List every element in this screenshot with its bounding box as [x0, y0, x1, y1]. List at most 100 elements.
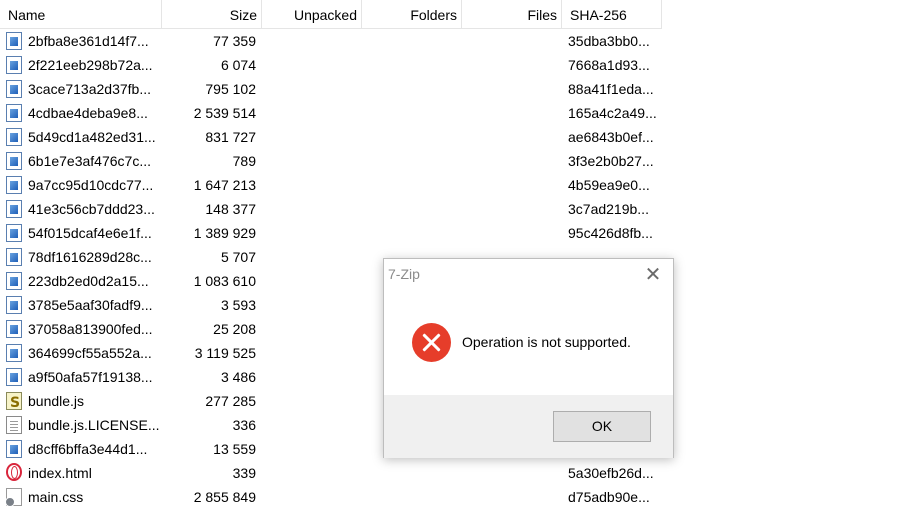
file-name-cell: 3cace713a2d37fb...: [6, 77, 162, 101]
file-row[interactable]: 9a7cc95d10cdc77... 1 647 213 4b59ea9e0...: [0, 173, 662, 197]
file-size: 148 377: [205, 201, 256, 217]
file-size: 3 119 525: [194, 345, 256, 361]
column-header-bar: Name Size Unpacked Folders Files SHA-256: [0, 0, 662, 29]
file-size: 339: [232, 465, 256, 481]
file-row[interactable]: main.css 2 855 849 d75adb90e...: [0, 485, 662, 509]
image-file-icon: [6, 80, 22, 98]
image-file-icon: [6, 440, 22, 458]
file-name: a9f50afa57f19138...: [28, 369, 153, 385]
file-size: 831 727: [205, 129, 256, 145]
file-name: d8cff6bffa3e44d1...: [28, 441, 148, 457]
file-row[interactable]: 4cdbae4deba9e8... 2 539 514 165a4c2a49...: [0, 101, 662, 125]
file-name: 2f221eeb298b72a...: [28, 57, 153, 73]
file-name: 223db2ed0d2a15...: [28, 273, 149, 289]
file-name: 364699cf55a552a...: [28, 345, 152, 361]
file-row[interactable]: 3cace713a2d37fb... 795 102 88a41f1eda...: [0, 77, 662, 101]
ok-button[interactable]: OK: [553, 411, 651, 442]
image-file-icon: [6, 152, 22, 170]
file-row[interactable]: 41e3c56cb7ddd23... 148 377 3c7ad219b...: [0, 197, 662, 221]
column-header-folders[interactable]: Folders: [362, 0, 462, 28]
image-file-icon: [6, 32, 22, 50]
file-row[interactable]: index.html 339 5a30efb26d...: [0, 461, 662, 485]
file-size: 6 074: [220, 57, 256, 73]
error-icon: [412, 323, 451, 362]
image-file-icon: [6, 344, 22, 362]
file-name: 37058a813900fed...: [28, 321, 153, 337]
file-name-cell: 9a7cc95d10cdc77...: [6, 173, 162, 197]
file-sha256: 35dba3bb0...: [568, 33, 650, 49]
image-file-icon: [6, 296, 22, 314]
file-name-cell: 2f221eeb298b72a...: [6, 53, 162, 77]
file-name: main.css: [28, 489, 84, 505]
file-row[interactable]: 2f221eeb298b72a... 6 074 7668a1d93...: [0, 53, 662, 77]
file-name: index.html: [28, 465, 92, 481]
file-name-cell: 54f015dcaf4e6e1f...: [6, 221, 162, 245]
file-sha256: 4b59ea9e0...: [568, 177, 650, 193]
image-file-icon: [6, 224, 22, 242]
file-sha256: 3f3e2b0b27...: [568, 153, 654, 169]
html-file-icon: [6, 463, 22, 481]
file-name-cell: d8cff6bffa3e44d1...: [6, 437, 162, 461]
file-size: 1 083 610: [193, 273, 256, 289]
column-header-files[interactable]: Files: [462, 0, 562, 28]
file-size: 795 102: [205, 81, 256, 97]
file-row[interactable]: 2bfba8e361d14f7... 77 359 35dba3bb0...: [0, 29, 662, 53]
file-name: 54f015dcaf4e6e1f...: [28, 225, 152, 241]
file-name: 41e3c56cb7ddd23...: [28, 201, 155, 217]
file-size: 5 707: [220, 249, 256, 265]
file-sha256: 5a30efb26d...: [568, 465, 654, 481]
file-sha256: 95c426d8fb...: [568, 225, 653, 241]
close-icon[interactable]: ✕: [642, 263, 664, 285]
file-size: 336: [232, 417, 256, 433]
file-name: bundle.js: [28, 393, 85, 409]
file-size: 13 559: [213, 441, 256, 457]
image-file-icon: [6, 56, 22, 74]
dialog-message: Operation is not supported.: [462, 334, 631, 350]
file-sha256: 165a4c2a49...: [568, 105, 657, 121]
file-size: 1 389 929: [193, 225, 256, 241]
file-name-cell: 364699cf55a552a...: [6, 341, 162, 365]
file-name-cell: 37058a813900fed...: [6, 317, 162, 341]
file-name-cell: a9f50afa57f19138...: [6, 365, 162, 389]
file-name-cell: 4cdbae4deba9e8...: [6, 101, 162, 125]
file-size: 1 647 213: [193, 177, 256, 193]
column-header-size[interactable]: Size: [162, 0, 262, 28]
file-name: 5d49cd1a482ed31...: [28, 129, 156, 145]
file-size: 2 539 514: [193, 105, 256, 121]
image-file-icon: [6, 128, 22, 146]
file-sha256: d75adb90e...: [568, 489, 650, 505]
column-header-sha256[interactable]: SHA-256: [562, 0, 662, 28]
file-sha256: 88a41f1eda...: [568, 81, 654, 97]
file-name: 78df1616289d28c...: [28, 249, 152, 265]
javascript-file-icon: [6, 391, 22, 413]
css-file-icon: [6, 488, 22, 507]
file-size: 2 855 849: [193, 489, 256, 505]
file-name-cell: main.css: [6, 485, 162, 509]
file-name: 2bfba8e361d14f7...: [28, 33, 149, 49]
file-size: 3 593: [220, 297, 256, 313]
file-name-cell: 41e3c56cb7ddd23...: [6, 197, 162, 221]
file-name: bundle.js.LICENSE...: [28, 417, 160, 433]
file-size: 277 285: [205, 393, 256, 409]
image-file-icon: [6, 176, 22, 194]
file-row[interactable]: 54f015dcaf4e6e1f... 1 389 929 95c426d8fb..…: [0, 221, 662, 245]
file-name-cell: 6b1e7e3af476c7c...: [6, 149, 162, 173]
file-name: 6b1e7e3af476c7c...: [28, 153, 151, 169]
image-file-icon: [6, 200, 22, 218]
file-name: 3785e5aaf30fadf9...: [28, 297, 153, 313]
file-name: 4cdbae4deba9e8...: [28, 105, 148, 121]
column-header-unpacked[interactable]: Unpacked: [262, 0, 362, 28]
file-name-cell: bundle.js: [6, 389, 162, 413]
dialog-footer: OK: [384, 395, 673, 458]
file-size: 789: [232, 153, 256, 169]
image-file-icon: [6, 368, 22, 386]
file-row[interactable]: 6b1e7e3af476c7c... 789 3f3e2b0b27...: [0, 149, 662, 173]
column-header-name[interactable]: Name: [0, 0, 162, 28]
file-name-cell: 3785e5aaf30fadf9...: [6, 293, 162, 317]
file-name-cell: 223db2ed0d2a15...: [6, 269, 162, 293]
file-sha256: 3c7ad219b...: [568, 201, 649, 217]
file-row[interactable]: 5d49cd1a482ed31... 831 727 ae6843b0ef...: [0, 125, 662, 149]
file-name: 9a7cc95d10cdc77...: [28, 177, 154, 193]
error-dialog: 7-Zip ✕ Operation is not supported. OK: [383, 258, 674, 458]
file-name: 3cace713a2d37fb...: [28, 81, 151, 97]
